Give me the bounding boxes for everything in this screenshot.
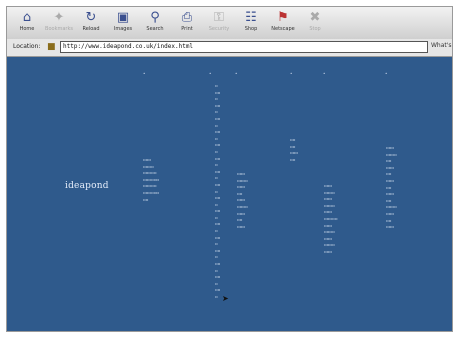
- location-bar: Location: ■ http://www.ideapond.co.uk/in…: [7, 39, 452, 57]
- location-label: Location:: [13, 43, 41, 50]
- navigation-toolbar: ⌂ Home ✦ Bookmarks ↻ Reload ▣ Images ⚲ S…: [7, 7, 452, 40]
- url-input[interactable]: http://www.ideapond.co.uk/index.html: [60, 41, 428, 53]
- column-marker: •: [323, 71, 326, 76]
- home-button[interactable]: ⌂ Home: [13, 9, 41, 37]
- search-button[interactable]: ⚲ Search: [141, 9, 169, 37]
- shop-icon: ☷: [245, 10, 257, 25]
- link-column: ▫ ▫▫ ▫ ▫▫ ▫ ▫▫ ▫ ▫▫ ▫ ▫▫ ▫ ▫▫ ▫ ▫▫ ▫ ▫▫ ▫ ▫▫ ▫ ▫▫ ▫ ▫▫ ▫ ▫▫ ▫ ▫▫ ▫…: [215, 83, 221, 299]
- link-column: ▫▫ ▫▫ ▫▫▫ ▫▫: [290, 137, 299, 162]
- stop-button[interactable]: ✖ Stop: [301, 9, 329, 37]
- security-icon: ⚿: [214, 10, 224, 25]
- image-icon: ▣: [116, 10, 130, 25]
- column-marker: •: [385, 71, 388, 76]
- page-content: • • • • • • ideapond ▫▫▫ ▫▫▫▫ ▫▫▫▫▫ ▫▫▫▫▫▫ ▫…: [7, 57, 452, 331]
- browser-window: ⌂ Home ✦ Bookmarks ↻ Reload ▣ Images ⚲ S…: [6, 6, 453, 332]
- house-icon: ⌂: [22, 10, 32, 25]
- mouse-pointer-icon: ➤: [222, 294, 229, 303]
- whats-related-button[interactable]: What's: [431, 42, 452, 53]
- column-marker: •: [235, 71, 238, 76]
- shop-button[interactable]: ☷ Shop: [237, 9, 265, 37]
- link-column: ▫▫▫ ▫▫▫▫ ▫▫ ▫▫▫ ▫▫ ▫▫▫ ▫▫ ▫▫▫ ▫▫ ▫▫▫▫ ▫▫▫ ▫▫ ▫▫▫: [386, 145, 397, 230]
- link-column: ▫▫▫ ▫▫▫▫ ▫▫▫ ▫▫▫▫ ▫▫▫ ▫▫▫▫▫ ▫▫▫ ▫▫▫▫ ▫▫▫ ▫▫▫▫ ▫▫▫: [324, 183, 338, 254]
- page-proxy-icon[interactable]: ■: [47, 42, 56, 52]
- bookmarks-button[interactable]: ✦ Bookmarks: [45, 9, 73, 37]
- netscape-button[interactable]: ⚑ Netscape: [269, 9, 297, 37]
- column-marker: •: [209, 71, 212, 76]
- column-marker: •: [290, 71, 293, 76]
- link-column: ▫▫▫ ▫▫▫▫ ▫▫▫ ▫▫ ▫▫▫ ▫▫▫▫ ▫▫▫ ▫▫ ▫▫▫: [237, 171, 248, 229]
- reload-button[interactable]: ↻ Reload: [77, 9, 105, 37]
- stop-icon: ✖: [309, 10, 321, 25]
- reload-icon: ↻: [85, 10, 97, 25]
- print-icon: ⎙: [181, 10, 193, 25]
- security-button[interactable]: ⚿ Security: [205, 9, 233, 37]
- netscape-icon: ⚑: [277, 10, 289, 25]
- search-icon: ⚲: [150, 10, 160, 25]
- column-marker: •: [143, 71, 146, 76]
- link-column: ▫▫▫ ▫▫▫▫ ▫▫▫▫▫ ▫▫▫▫▫▫ ▫▫▫▫▫ ▫▫▫▫▫▫ ▫▫: [143, 157, 160, 202]
- print-button[interactable]: ⎙ Print: [173, 9, 201, 37]
- images-button[interactable]: ▣ Images: [109, 9, 137, 37]
- site-logo[interactable]: ideapond: [65, 181, 109, 191]
- bookmark-icon: ✦: [53, 10, 65, 25]
